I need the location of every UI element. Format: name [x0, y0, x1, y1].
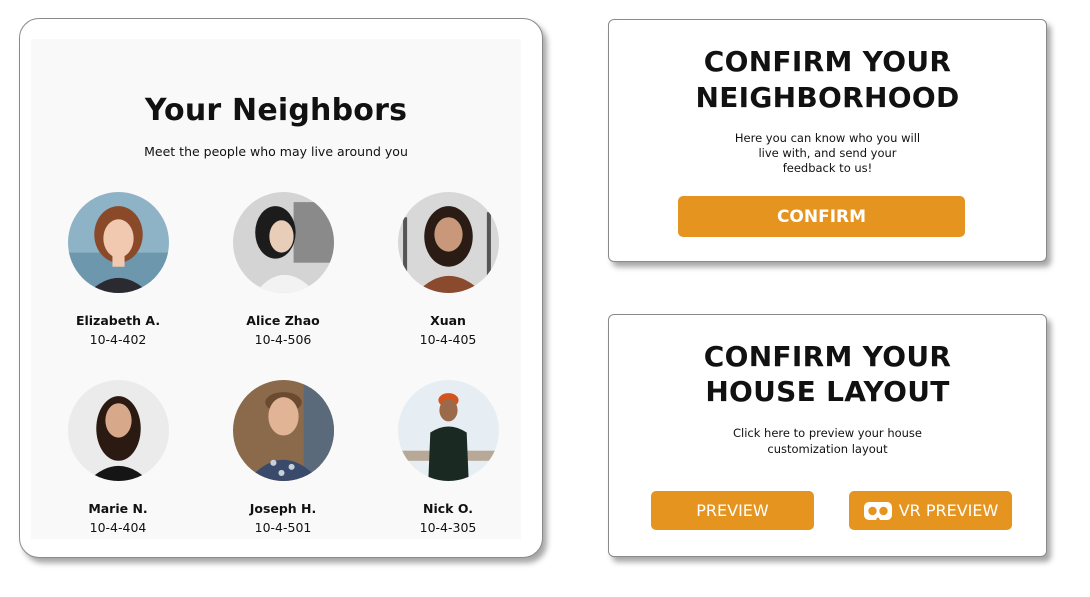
- neighbor-unit: 10-4-506: [254, 332, 312, 347]
- confirm-button-label: CONFIRM: [776, 206, 867, 227]
- neighbor-card-marie[interactable]: Marie N. 10-4-404: [48, 380, 188, 535]
- neighbor-unit: 10-4-402: [89, 332, 147, 347]
- confirm-neighborhood-text-line1: Here you can know who you will: [734, 131, 921, 145]
- vr-preview-button-label: VR PREVIEW: [898, 501, 999, 520]
- confirm-neighborhood-title-line1: CONFIRM YOUR: [703, 45, 952, 78]
- neighbor-card-xuan[interactable]: Xuan 10-4-405: [378, 192, 518, 347]
- neighbor-unit: 10-4-405: [419, 332, 477, 347]
- woman-smiling-palms-avatar: [397, 192, 499, 293]
- woman-black-hair-avatar: [232, 192, 334, 293]
- neighbor-unit: 10-4-501: [254, 520, 312, 535]
- preview-button-label: PREVIEW: [696, 501, 769, 520]
- preview-button[interactable]: PREVIEW: [651, 491, 814, 530]
- neighbor-card-alice[interactable]: Alice Zhao 10-4-506: [213, 192, 353, 347]
- man-smiling-avatar: [232, 380, 334, 481]
- confirm-neighborhood-text-line3: feedback to us!: [782, 161, 873, 175]
- house-layout-text-line2: customization layout: [767, 442, 888, 456]
- neighbor-unit: 10-4-305: [419, 520, 477, 535]
- woman-dark-hair-avatar: [67, 380, 169, 481]
- neighbors-card: Your Neighbors Meet the people who may l…: [19, 18, 543, 558]
- neighbor-name: Joseph H.: [249, 501, 317, 516]
- man-orange-beanie-avatar: [397, 380, 499, 481]
- confirm-neighborhood-text-line2: live with, and send your: [758, 146, 897, 160]
- neighbor-name: Nick O.: [423, 501, 473, 516]
- confirm-house-layout-card: CONFIRM YOUR HOUSE LAYOUT Click here to …: [608, 314, 1047, 557]
- confirm-neighborhood-card: CONFIRM YOUR NEIGHBORHOOD Here you can k…: [608, 19, 1047, 262]
- neighbor-card-joseph[interactable]: Joseph H. 10-4-501: [213, 380, 353, 535]
- neighbor-card-nick[interactable]: Nick O. 10-4-305: [378, 380, 518, 535]
- neighbor-name: Elizabeth A.: [75, 313, 161, 328]
- neighbor-card-elizabeth[interactable]: Elizabeth A. 10-4-402: [48, 192, 188, 347]
- neighbors-panel: Your Neighbors Meet the people who may l…: [31, 39, 521, 539]
- vr-preview-button[interactable]: VR PREVIEW: [849, 491, 1012, 530]
- woman-red-hair-avatar: [67, 192, 169, 293]
- house-layout-text-line1: Click here to preview your house: [732, 426, 922, 440]
- confirm-neighborhood-title-line2: NEIGHBORHOOD: [695, 81, 960, 114]
- neighbors-subtitle: Meet the people who may live around you: [144, 144, 408, 159]
- house-layout-title-line1: CONFIRM YOUR: [703, 340, 952, 373]
- house-layout-title-line2: HOUSE LAYOUT: [705, 375, 950, 408]
- neighbor-unit: 10-4-404: [89, 520, 147, 535]
- neighbors-title: Your Neighbors: [144, 93, 408, 128]
- neighbor-name: Marie N.: [88, 501, 148, 516]
- confirm-button[interactable]: CONFIRM: [678, 196, 965, 237]
- neighbor-name: Xuan: [430, 313, 466, 328]
- vr-headset-icon: [863, 500, 893, 522]
- neighbor-name: Alice Zhao: [246, 313, 320, 328]
